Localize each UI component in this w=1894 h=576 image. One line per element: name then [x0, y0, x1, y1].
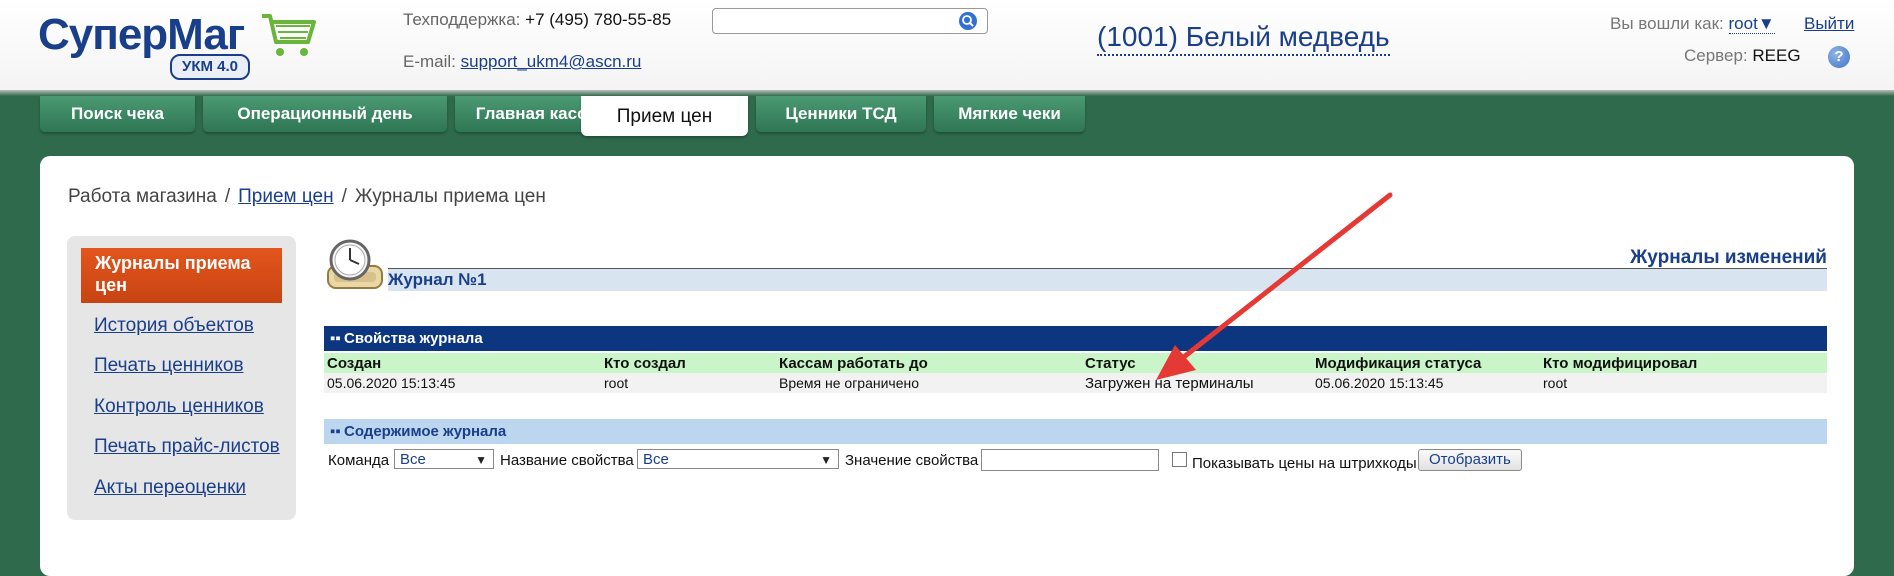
cell-status-modified: 05.06.2020 15:13:45	[1312, 373, 1540, 393]
email-link[interactable]: support_ukm4@ascn.ru	[461, 52, 642, 71]
logo-part1: Супер	[38, 10, 168, 59]
server-value: REEG	[1752, 46, 1801, 65]
journal-properties-header[interactable]: ▪▪ Свойства журнала	[324, 326, 1827, 351]
property-name-value: Все	[643, 451, 669, 468]
journal-title-bar	[388, 268, 1827, 291]
tab-operational-day[interactable]: Операционный день	[203, 96, 447, 132]
user-name: root	[1728, 14, 1758, 33]
journal-properties-table: Создан Кто создал Кассам работать до Ста…	[324, 353, 1827, 393]
search-icon	[962, 15, 974, 27]
cart-icon	[262, 14, 316, 56]
command-select[interactable]: Все ▼	[394, 449, 494, 469]
chevron-down-icon: ▼	[820, 453, 832, 467]
journal-properties-title: Свойства журнала	[344, 330, 483, 347]
column-header: Кто модифицировал	[1540, 353, 1827, 373]
column-header: Создан	[324, 353, 601, 373]
tab-price-receipt[interactable]: Прием цен	[581, 96, 748, 136]
tab-soft-receipts[interactable]: Мягкие чеки	[934, 96, 1085, 132]
sidebar-item-revaluation-acts[interactable]: Акты переоценки	[94, 477, 246, 499]
logo-badge: УКМ 4.0	[170, 54, 251, 80]
email-label: E-mail:	[403, 52, 456, 71]
column-header: Статус	[1082, 353, 1312, 373]
store-selector[interactable]: (1001) Белый медведь	[1097, 20, 1390, 56]
logo[interactable]: СуперМаг УКМ 4.0	[38, 10, 318, 80]
show-button[interactable]: Отобразить	[1418, 449, 1522, 471]
column-header: Кассам работать до	[776, 353, 1082, 373]
property-value-input[interactable]	[981, 449, 1159, 471]
table-row: 05.06.2020 15:13:45 root Время не ограни…	[324, 373, 1827, 393]
breadcrumb-link[interactable]: Прием цен	[238, 186, 333, 207]
help-icon[interactable]: ?	[1828, 46, 1850, 68]
command-value: Все	[400, 451, 426, 468]
support-phone-value: +7 (495) 780-55-85	[525, 10, 672, 29]
breadcrumb-root: Работа магазина	[68, 186, 217, 207]
show-barcode-prices-checkbox[interactable]	[1172, 452, 1187, 467]
expand-icon: ▪▪	[330, 423, 341, 440]
property-value-label: Значение свойства	[845, 452, 979, 469]
property-name-label: Название свойства	[500, 452, 634, 469]
column-header: Кто создал	[601, 353, 776, 373]
column-header: Модификация статуса	[1312, 353, 1540, 373]
breadcrumb-separator: /	[341, 186, 347, 207]
journal-contents-title: Содержимое журнала	[344, 423, 507, 440]
search-button[interactable]	[959, 12, 977, 30]
sidebar-item-price-tag-control[interactable]: Контроль ценников	[94, 396, 264, 418]
chevron-down-icon: ▼	[1757, 14, 1775, 33]
chevron-down-icon: ▼	[475, 453, 487, 467]
scroll-clock-icon	[327, 239, 383, 289]
sidebar-item-print-price-lists[interactable]: Печать прайс-листов	[94, 436, 280, 458]
cell-work-until: Время не ограничено	[776, 373, 1082, 393]
tab-tsd-price-tags[interactable]: Ценники ТСД	[756, 96, 926, 132]
tab-receipt-search[interactable]: Поиск чека	[40, 96, 195, 132]
support-phone: Техподдержка: +7 (495) 780-55-85	[403, 10, 671, 30]
expand-icon: ▪▪	[330, 330, 341, 347]
sidebar-item-journals[interactable]: Журналы приема цен	[81, 248, 282, 303]
user-menu[interactable]: root▼	[1728, 14, 1775, 34]
logo-text: СуперМаг	[38, 10, 245, 60]
login-label: Вы вошли как:	[1610, 14, 1724, 33]
search-input[interactable]	[719, 9, 953, 33]
cell-created: 05.06.2020 15:13:45	[324, 373, 601, 393]
sidebar-item-print-price-tags[interactable]: Печать ценников	[94, 355, 244, 377]
support-email: E-mail: support_ukm4@ascn.ru	[403, 52, 641, 72]
cell-modified-by: root	[1540, 373, 1827, 393]
command-label: Команда	[328, 452, 390, 469]
cell-status: Загружен на терминалы	[1082, 373, 1312, 393]
breadcrumb-separator: /	[224, 186, 231, 207]
server-info: Сервер: REEG	[1684, 46, 1801, 66]
sidebar: Журналы приема цен История объектов Печа…	[67, 236, 296, 520]
journal-contents-header[interactable]: ▪▪ Содержимое журнала	[324, 419, 1827, 444]
logout-link[interactable]: Выйти	[1804, 14, 1854, 34]
support-label: Техподдержка:	[403, 10, 521, 29]
table-header-row: Создан Кто создал Кассам работать до Ста…	[324, 353, 1827, 373]
breadcrumb-current: Журналы приема цен	[354, 186, 546, 207]
logo-part2: Маг	[167, 10, 245, 59]
property-name-select[interactable]: Все ▼	[637, 449, 839, 469]
cell-created-by: root	[601, 373, 776, 393]
journal-title: Журнал №1	[388, 270, 487, 289]
sidebar-item-object-history[interactable]: История объектов	[94, 315, 254, 337]
show-barcode-prices-label: Показывать цены на штрихкоды	[1192, 455, 1417, 472]
breadcrumb: Работа магазина / Прием цен / Журналы приема…	[68, 186, 546, 208]
search-box	[712, 8, 988, 34]
login-info: Вы вошли как: root▼	[1610, 14, 1775, 34]
server-label: Сервер:	[1684, 46, 1748, 65]
changes-title: Журналы изменений	[1630, 247, 1827, 268]
